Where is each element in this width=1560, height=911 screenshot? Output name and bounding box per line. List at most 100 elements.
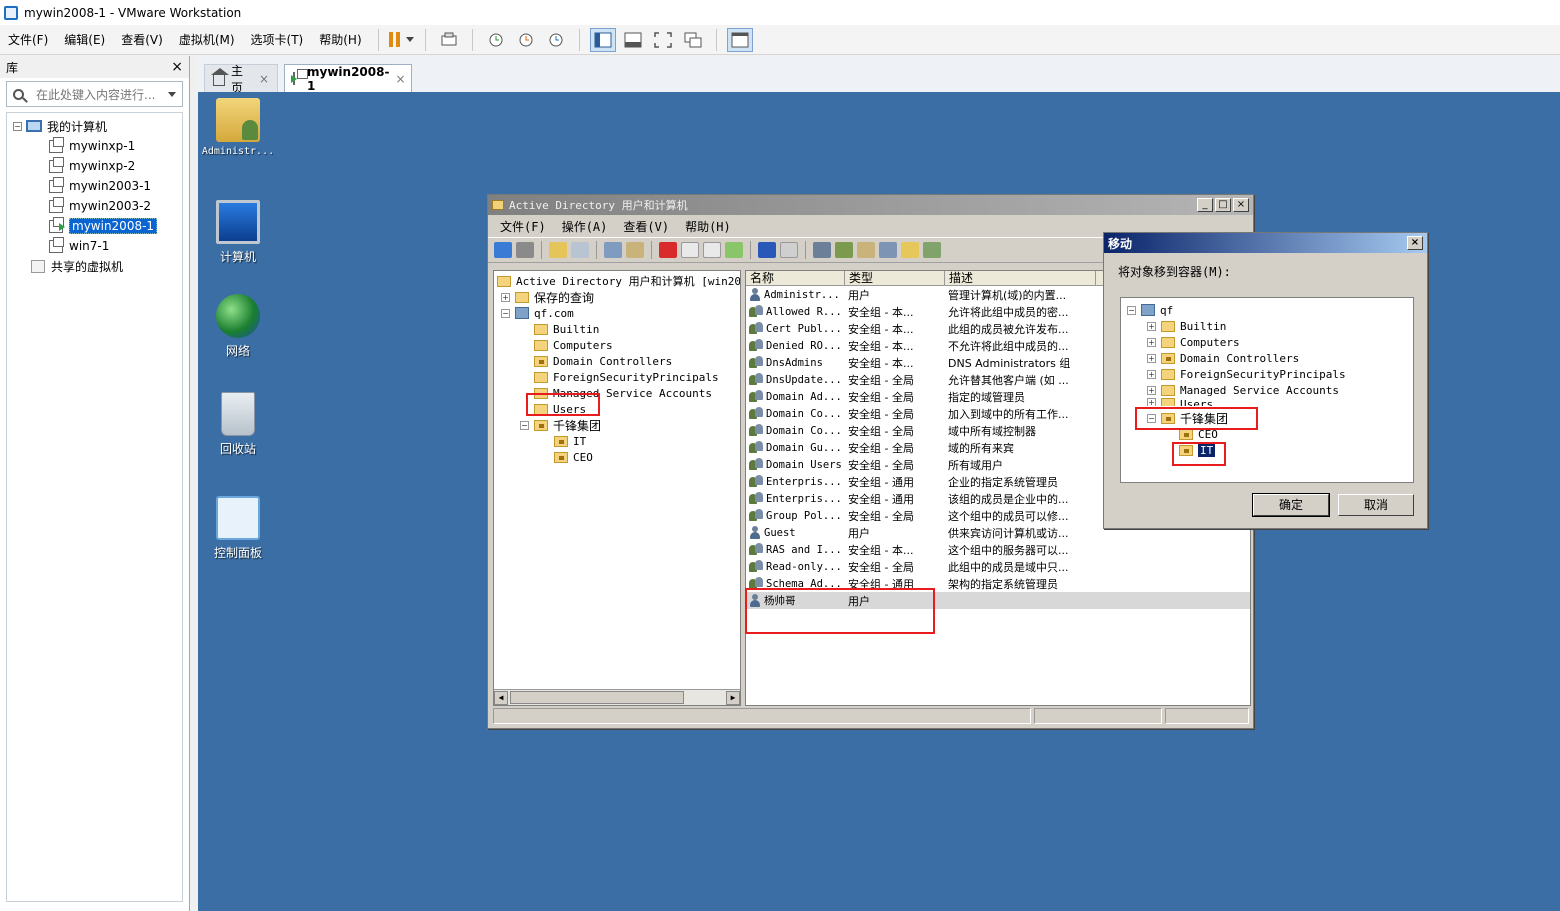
tree-item-saved-queries[interactable]: + 保存的查询 (494, 289, 740, 305)
revert-snapshot-button[interactable] (513, 28, 539, 52)
scroll-thumb[interactable] (510, 691, 684, 704)
tab-mywin2008-1[interactable]: mywin2008-1 × (284, 64, 412, 93)
tree-item-container[interactable]: + ForeignSecurityPrincipals (1121, 366, 1413, 382)
ok-button[interactable]: 确定 (1252, 493, 1330, 517)
expand-toggle[interactable]: + (1147, 353, 1156, 363)
tree-item-container[interactable]: ForeignSecurityPrincipals (494, 369, 740, 385)
tree-item-domain[interactable]: − qf.com (494, 305, 740, 321)
list-item[interactable]: Read-only... 安全组 - 全局 此组中的成员是域中只... (746, 558, 1250, 575)
menu-help[interactable]: 帮助(H) (311, 29, 369, 51)
desktop-icon-recycle-bin[interactable]: 回收站 (198, 392, 278, 457)
snapshot-manager-button[interactable] (543, 28, 569, 52)
tree-item-my-computer[interactable]: − 我的计算机 (7, 116, 182, 136)
new-group-icon[interactable] (835, 242, 853, 258)
close-button[interactable]: × (1233, 198, 1249, 212)
refresh-icon[interactable] (703, 242, 721, 258)
menu-vm[interactable]: 虚拟机(M) (171, 29, 243, 51)
cancel-button[interactable]: 取消 (1338, 494, 1414, 516)
close-button[interactable]: × (1407, 236, 1423, 250)
expand-toggle[interactable]: + (501, 292, 510, 302)
expand-toggle[interactable]: + (1147, 337, 1156, 347)
tree-item-domain[interactable]: − qf (1121, 302, 1413, 318)
properties-icon[interactable] (681, 242, 699, 258)
collapse-toggle[interactable]: − (520, 420, 529, 430)
expand-toggle[interactable]: + (1147, 321, 1156, 331)
maximize-button[interactable]: □ (1215, 198, 1231, 212)
thumbnail-bar-button[interactable] (620, 28, 646, 52)
console-view-button[interactable] (726, 27, 753, 52)
collapse-toggle[interactable]: − (501, 308, 510, 318)
aduc-menu-help[interactable]: 帮助(H) (677, 218, 739, 235)
tab-close-button[interactable]: × (259, 72, 269, 86)
tree-item-ou-it-selected[interactable]: IT (1121, 442, 1413, 458)
paste-icon[interactable] (626, 242, 644, 258)
collapse-toggle[interactable]: − (13, 121, 22, 131)
menu-file[interactable]: 文件(F) (0, 29, 56, 51)
column-header-name[interactable]: 名称 (746, 271, 845, 285)
tree-item-container[interactable]: + Users (1121, 398, 1413, 406)
take-snapshot-button[interactable] (483, 28, 509, 52)
aduc-menu-view[interactable]: 查看(V) (615, 218, 677, 235)
up-folder-icon[interactable] (549, 242, 567, 258)
tree-item-ou-it[interactable]: IT (494, 433, 740, 449)
tab-close-button[interactable]: × (395, 72, 405, 86)
filter-icon[interactable] (879, 242, 897, 258)
expand-toggle[interactable]: + (1147, 369, 1156, 379)
library-search-input[interactable]: 在此处键入内容进行... (6, 81, 183, 107)
export-list-icon[interactable] (725, 242, 743, 258)
tree-item-vm[interactable]: win7-1 (7, 236, 182, 256)
tree-item-ou[interactable]: Domain Controllers (494, 353, 740, 369)
column-header-type[interactable]: 类型 (845, 271, 945, 285)
menu-edit[interactable]: 编辑(E) (56, 29, 113, 51)
tree-horizontal-scrollbar[interactable]: ◀ ▶ (494, 689, 740, 705)
tree-item-vm[interactable]: mywin2003-2 (7, 196, 182, 216)
scroll-right-button[interactable]: ▶ (726, 690, 740, 705)
help-icon[interactable] (758, 242, 776, 258)
tree-item-container[interactable]: + Builtin (1121, 318, 1413, 334)
console-tree-icon[interactable] (780, 242, 798, 258)
find-icon[interactable] (901, 242, 919, 258)
aduc-menu-file[interactable]: 文件(F) (492, 218, 554, 235)
tree-item-container[interactable]: + Managed Service Accounts (1121, 382, 1413, 398)
full-screen-button[interactable] (650, 28, 676, 52)
show-library-button[interactable] (589, 27, 616, 52)
scroll-left-button[interactable]: ◀ (494, 690, 508, 705)
desktop-icon-computer[interactable]: 计算机 (198, 200, 278, 265)
tree-item-container[interactable]: Computers (494, 337, 740, 353)
desktop-icon-administrator[interactable]: Administr... (198, 98, 278, 157)
collapse-toggle[interactable]: − (1127, 305, 1136, 315)
expand-toggle[interactable]: + (1147, 398, 1156, 406)
minimize-button[interactable]: _ (1197, 198, 1213, 212)
desktop-icon-control-panel[interactable]: 控制面板 (198, 496, 278, 561)
tree-root[interactable]: Active Directory 用户和计算机 [win200 (494, 273, 740, 289)
tree-item-ou[interactable]: + Domain Controllers (1121, 350, 1413, 366)
cut-icon[interactable] (604, 242, 622, 258)
expand-toggle[interactable]: + (1147, 385, 1156, 395)
tree-item-vm[interactable]: mywin2003-1 (7, 176, 182, 196)
chevron-down-icon[interactable] (168, 91, 176, 97)
back-arrow-icon[interactable] (494, 242, 512, 258)
suspend-button[interactable] (389, 28, 415, 52)
column-header-description[interactable]: 描述 (945, 271, 1096, 285)
tree-item-vm[interactable]: mywinxp-2 (7, 156, 182, 176)
forward-arrow-icon[interactable] (516, 242, 534, 258)
menu-view[interactable]: 查看(V) (113, 29, 171, 51)
menu-tabs[interactable]: 选项卡(T) (243, 29, 312, 51)
delete-icon[interactable] (659, 242, 677, 258)
tree-item-container[interactable]: + Computers (1121, 334, 1413, 350)
desktop-icon-network[interactable]: 网络 (198, 294, 278, 359)
tab-home[interactable]: 主页 × (204, 64, 278, 95)
add-to-group-icon[interactable] (923, 242, 941, 258)
unity-button[interactable] (680, 28, 706, 52)
tree-item-shared-vms[interactable]: 共享的虚拟机 (7, 256, 182, 276)
tree-item-vm[interactable]: mywinxp-1 (7, 136, 182, 156)
new-ou-icon[interactable] (857, 242, 875, 258)
library-close-button[interactable]: × (171, 59, 183, 75)
tree-item-ou-qianfeng[interactable]: − 千锋集团 (494, 417, 740, 433)
new-user-icon[interactable] (813, 242, 831, 258)
send-ctrl-alt-del-button[interactable] (436, 28, 462, 52)
tree-item-container[interactable]: Builtin (494, 321, 740, 337)
show-hide-tree-icon[interactable] (571, 242, 589, 258)
tree-item-vm-selected[interactable]: mywin2008-1 (7, 216, 182, 236)
list-item[interactable]: RAS and I... 安全组 - 本... 这个组中的服务器可以... (746, 541, 1250, 558)
